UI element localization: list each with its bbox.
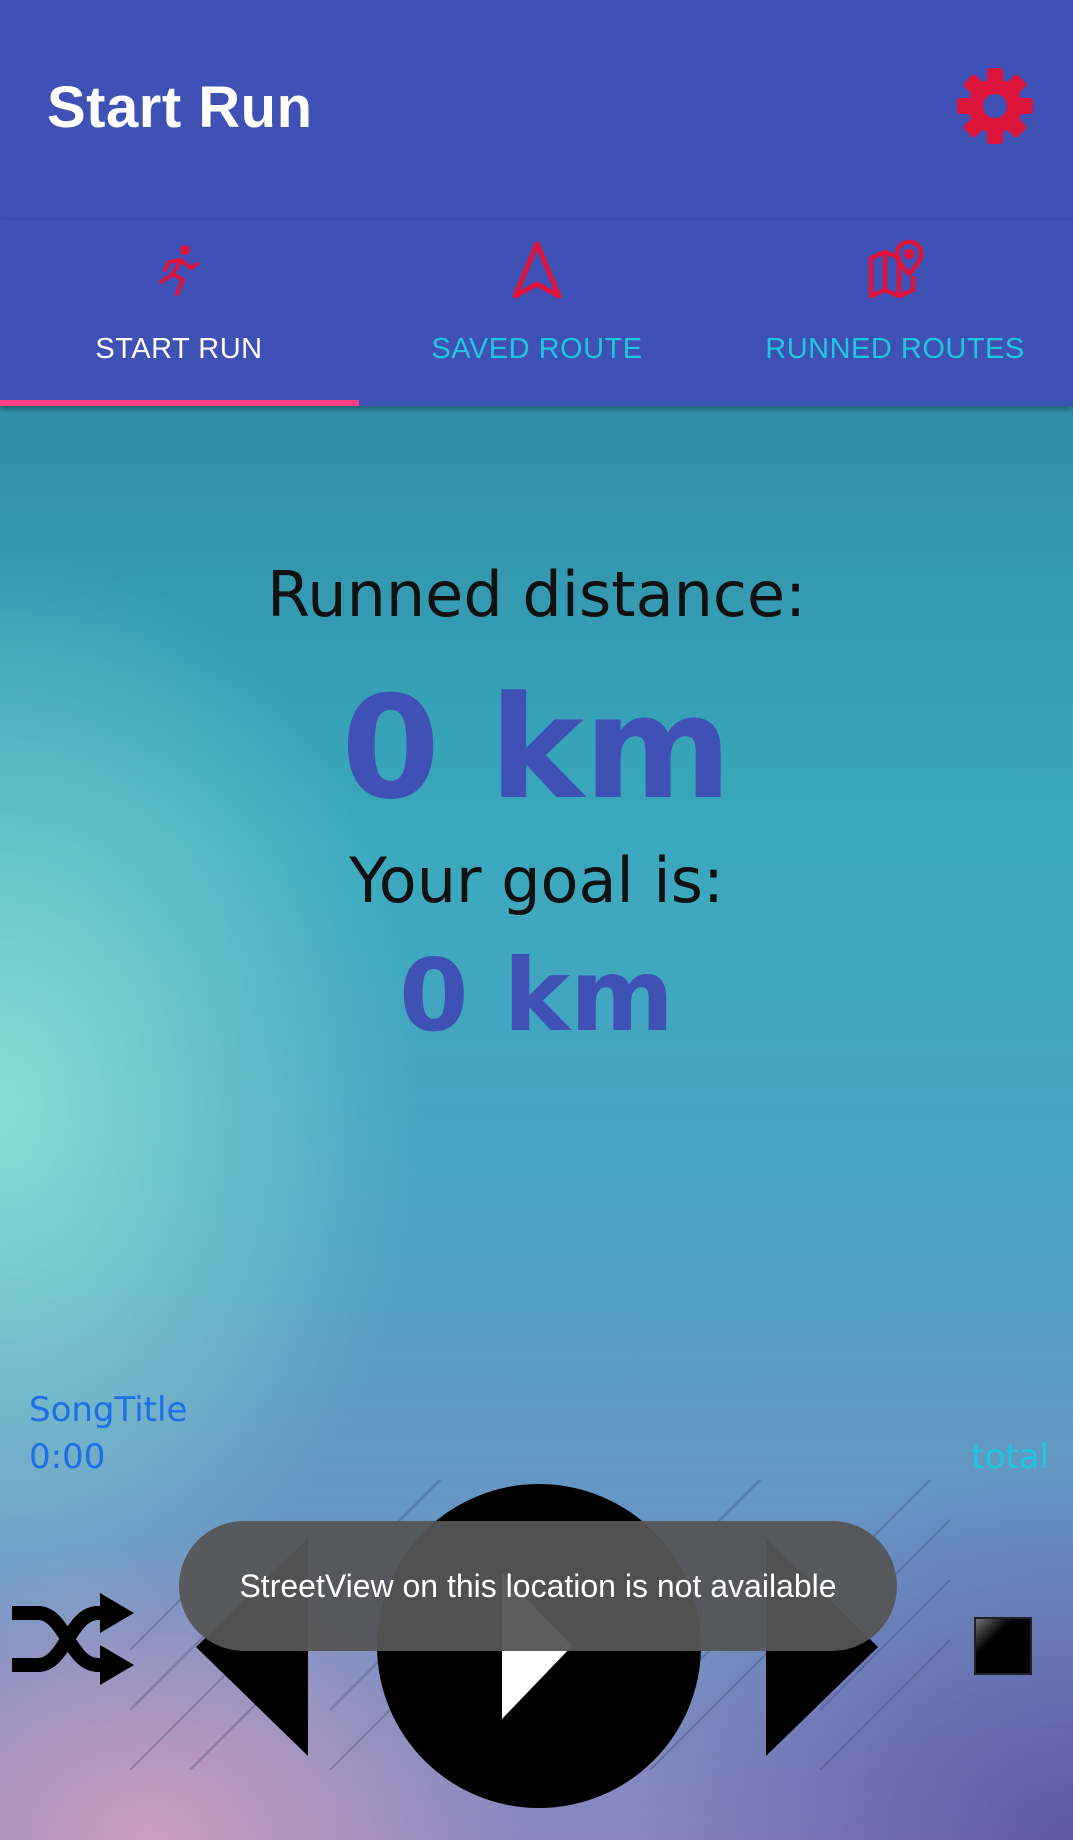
gear-icon	[957, 68, 1033, 144]
goal-label: Your goal is:	[349, 844, 724, 917]
tab-label-start-run: START RUN	[95, 333, 263, 365]
tab-label-runned-routes: RUNNED ROUTES	[765, 333, 1025, 365]
runned-distance-label: Runned distance:	[267, 558, 806, 631]
goal-value: 0 km	[398, 937, 675, 1054]
tab-start-run[interactable]: START RUN	[0, 220, 358, 406]
stop-icon	[974, 1617, 1032, 1675]
toast-text: StreetView on this location is not avail…	[239, 1567, 837, 1604]
current-time: 0:00	[29, 1437, 106, 1477]
start-run-screen: Start Run START RUN SAVED ROUTE RUNNED R…	[0, 0, 1073, 1840]
tab-runned-routes[interactable]: RUNNED ROUTES	[716, 220, 1073, 406]
app-bar: Start Run	[0, 0, 1073, 220]
active-tab-indicator	[0, 400, 359, 406]
tab-saved-route[interactable]: SAVED ROUTE	[358, 220, 716, 406]
stop-button[interactable]	[974, 1617, 1032, 1675]
toast-message: StreetView on this location is not avail…	[179, 1521, 897, 1651]
song-title: SongTitle	[29, 1390, 188, 1430]
runned-distance-value: 0 km	[341, 666, 732, 831]
shuffle-icon	[12, 1593, 134, 1685]
total-time: total	[971, 1437, 1049, 1477]
shuffle-button[interactable]	[10, 1583, 136, 1695]
navigation-arrow-icon	[512, 241, 562, 299]
map-pin-icon	[868, 239, 924, 299]
runner-icon	[159, 245, 199, 296]
settings-button[interactable]	[955, 66, 1035, 146]
tab-label-saved-route: SAVED ROUTE	[431, 333, 643, 365]
tab-bar: START RUN SAVED ROUTE RUNNED ROUTES	[0, 220, 1073, 406]
page-title: Start Run	[47, 75, 313, 140]
